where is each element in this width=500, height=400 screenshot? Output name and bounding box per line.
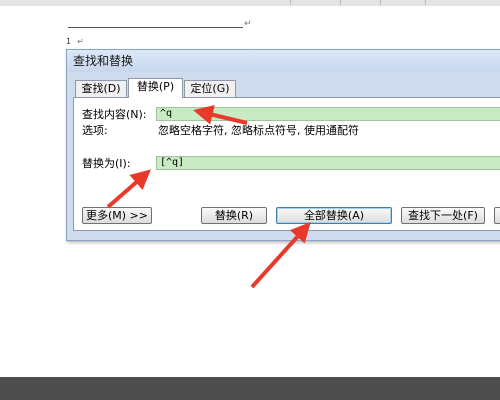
options-label: 选项: <box>82 124 108 137</box>
find-what-input[interactable]: ^q <box>156 107 500 121</box>
toolbar-divider <box>290 0 291 5</box>
tab-goto[interactable]: 定位(G) <box>184 80 236 97</box>
footnote-separator <box>68 27 243 28</box>
dialog-title: 查找和替换 <box>67 50 500 72</box>
replace-with-input[interactable]: [^q] <box>156 156 500 170</box>
replace-panel: 查找内容(N): ^q 选项: 忽略空格字符, 忽略标点符号, 使用通配符 替换… <box>73 97 500 231</box>
find-next-button[interactable]: 查找下一处(F) <box>401 207 485 224</box>
footnote-number-text: 1 <box>66 37 72 46</box>
toolbar-divider <box>425 0 426 5</box>
toolbar-divider <box>340 0 341 5</box>
paragraph-mark: ↵ <box>77 37 84 46</box>
options-value: 忽略空格字符, 忽略标点符号, 使用通配符 <box>158 124 359 137</box>
replace-button[interactable]: 替换(R) <box>201 207 267 224</box>
replace-all-button[interactable]: 全部替换(A) <box>276 207 392 224</box>
find-what-label: 查找内容(N): <box>82 108 147 121</box>
toolbar-divider <box>380 0 381 5</box>
find-replace-dialog: 查找和替换 查找(D) 替换(P) 定位(G) 查找内容(N): ^q 选项: … <box>66 49 500 241</box>
replace-with-label: 替换为(I): <box>82 157 131 170</box>
status-area <box>0 377 500 400</box>
tab-find[interactable]: 查找(D) <box>75 80 127 97</box>
tab-replace[interactable]: 替换(P) <box>128 78 183 98</box>
cancel-button[interactable] <box>494 207 500 224</box>
more-button[interactable]: 更多(M) >> <box>82 207 152 224</box>
footnote-number: 1 ↵ <box>66 37 84 46</box>
paragraph-mark: ↵ <box>244 19 252 29</box>
